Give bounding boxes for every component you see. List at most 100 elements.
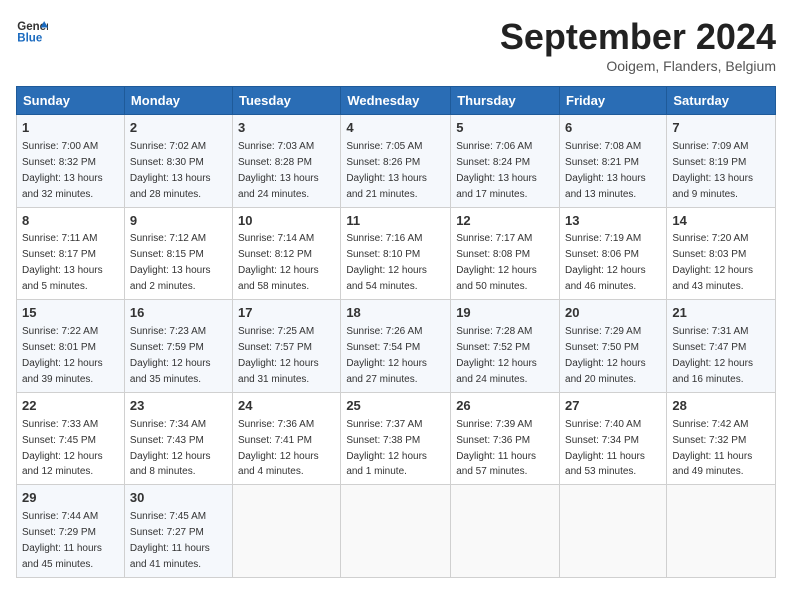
- day-detail: Sunrise: 7:00 AMSunset: 8:32 PMDaylight:…: [22, 141, 103, 200]
- day-number: 21: [672, 304, 770, 323]
- calendar-cell: 23 Sunrise: 7:34 AMSunset: 7:43 PMDayligh…: [124, 392, 232, 485]
- day-detail: Sunrise: 7:22 AMSunset: 8:01 PMDaylight:…: [22, 326, 103, 385]
- day-detail: Sunrise: 7:09 AMSunset: 8:19 PMDaylight:…: [672, 141, 753, 200]
- day-number: 7: [672, 119, 770, 138]
- day-detail: Sunrise: 7:06 AMSunset: 8:24 PMDaylight:…: [456, 141, 537, 200]
- month-title: September 2024: [500, 16, 776, 58]
- day-number: 25: [346, 397, 445, 416]
- day-number: 14: [672, 212, 770, 231]
- calendar-cell: 1Sunrise: 7:00 AMSunset: 8:32 PMDaylight…: [17, 115, 125, 208]
- calendar-cell: 20 Sunrise: 7:29 AMSunset: 7:50 PMDayligh…: [560, 300, 667, 393]
- week-row-1: 1Sunrise: 7:00 AMSunset: 8:32 PMDaylight…: [17, 115, 776, 208]
- day-number: 30: [130, 489, 227, 508]
- calendar-cell: 9 Sunrise: 7:12 AMSunset: 8:15 PMDaylight…: [124, 207, 232, 300]
- col-header-tuesday: Tuesday: [233, 87, 341, 115]
- calendar-cell: 16 Sunrise: 7:23 AMSunset: 7:59 PMDayligh…: [124, 300, 232, 393]
- day-detail: Sunrise: 7:23 AMSunset: 7:59 PMDaylight:…: [130, 326, 211, 385]
- day-detail: Sunrise: 7:08 AMSunset: 8:21 PMDaylight:…: [565, 141, 646, 200]
- day-number: 15: [22, 304, 119, 323]
- calendar-cell: 27 Sunrise: 7:40 AMSunset: 7:34 PMDayligh…: [560, 392, 667, 485]
- page-header: General Blue September 2024 Ooigem, Flan…: [16, 16, 776, 74]
- day-number: 6: [565, 119, 661, 138]
- calendar-cell: [667, 485, 776, 578]
- calendar-cell: 30 Sunrise: 7:45 AMSunset: 7:27 PMDayligh…: [124, 485, 232, 578]
- day-detail: Sunrise: 7:25 AMSunset: 7:57 PMDaylight:…: [238, 326, 319, 385]
- day-number: 13: [565, 212, 661, 231]
- calendar-cell: 24 Sunrise: 7:36 AMSunset: 7:41 PMDayligh…: [233, 392, 341, 485]
- day-detail: Sunrise: 7:45 AMSunset: 7:27 PMDaylight:…: [130, 511, 210, 570]
- day-number: 16: [130, 304, 227, 323]
- day-detail: Sunrise: 7:05 AMSunset: 8:26 PMDaylight:…: [346, 141, 427, 200]
- day-detail: Sunrise: 7:34 AMSunset: 7:43 PMDaylight:…: [130, 419, 211, 478]
- calendar-cell: 18 Sunrise: 7:26 AMSunset: 7:54 PMDayligh…: [341, 300, 451, 393]
- calendar-cell: 13 Sunrise: 7:19 AMSunset: 8:06 PMDayligh…: [560, 207, 667, 300]
- calendar-cell: 29 Sunrise: 7:44 AMSunset: 7:29 PMDayligh…: [17, 485, 125, 578]
- calendar-cell: 14 Sunrise: 7:20 AMSunset: 8:03 PMDayligh…: [667, 207, 776, 300]
- calendar-cell: 8 Sunrise: 7:11 AMSunset: 8:17 PMDaylight…: [17, 207, 125, 300]
- svg-text:Blue: Blue: [17, 33, 43, 45]
- day-detail: Sunrise: 7:29 AMSunset: 7:50 PMDaylight:…: [565, 326, 646, 385]
- day-detail: Sunrise: 7:12 AMSunset: 8:15 PMDaylight:…: [130, 233, 211, 292]
- day-detail: Sunrise: 7:36 AMSunset: 7:41 PMDaylight:…: [238, 419, 319, 478]
- day-number: 4: [346, 119, 445, 138]
- day-detail: Sunrise: 7:40 AMSunset: 7:34 PMDaylight:…: [565, 419, 645, 478]
- day-number: 8: [22, 212, 119, 231]
- day-detail: Sunrise: 7:11 AMSunset: 8:17 PMDaylight:…: [22, 233, 103, 292]
- calendar-cell: [451, 485, 560, 578]
- logo: General Blue: [16, 16, 48, 48]
- column-headers-row: SundayMondayTuesdayWednesdayThursdayFrid…: [17, 87, 776, 115]
- calendar-cell: 6 Sunrise: 7:08 AMSunset: 8:21 PMDaylight…: [560, 115, 667, 208]
- calendar-cell: 22Sunrise: 7:33 AMSunset: 7:45 PMDayligh…: [17, 392, 125, 485]
- day-detail: Sunrise: 7:44 AMSunset: 7:29 PMDaylight:…: [22, 511, 102, 570]
- title-block: September 2024 Ooigem, Flanders, Belgium: [500, 16, 776, 74]
- day-number: 19: [456, 304, 554, 323]
- day-number: 29: [22, 489, 119, 508]
- day-number: 11: [346, 212, 445, 231]
- calendar-cell: 7 Sunrise: 7:09 AMSunset: 8:19 PMDaylight…: [667, 115, 776, 208]
- day-detail: Sunrise: 7:26 AMSunset: 7:54 PMDaylight:…: [346, 326, 427, 385]
- calendar-cell: 26Sunrise: 7:39 AMSunset: 7:36 PMDayligh…: [451, 392, 560, 485]
- calendar-body: 1Sunrise: 7:00 AMSunset: 8:32 PMDaylight…: [17, 115, 776, 578]
- day-number: 26: [456, 397, 554, 416]
- day-number: 22: [22, 397, 119, 416]
- day-number: 24: [238, 397, 335, 416]
- calendar-cell: 4 Sunrise: 7:05 AMSunset: 8:26 PMDaylight…: [341, 115, 451, 208]
- week-row-4: 22Sunrise: 7:33 AMSunset: 7:45 PMDayligh…: [17, 392, 776, 485]
- day-number: 3: [238, 119, 335, 138]
- week-row-5: 29 Sunrise: 7:44 AMSunset: 7:29 PMDayligh…: [17, 485, 776, 578]
- week-row-2: 8 Sunrise: 7:11 AMSunset: 8:17 PMDaylight…: [17, 207, 776, 300]
- day-detail: Sunrise: 7:31 AMSunset: 7:47 PMDaylight:…: [672, 326, 753, 385]
- day-number: 18: [346, 304, 445, 323]
- day-detail: Sunrise: 7:37 AMSunset: 7:38 PMDaylight:…: [346, 419, 427, 478]
- col-header-friday: Friday: [560, 87, 667, 115]
- day-detail: Sunrise: 7:20 AMSunset: 8:03 PMDaylight:…: [672, 233, 753, 292]
- day-detail: Sunrise: 7:16 AMSunset: 8:10 PMDaylight:…: [346, 233, 427, 292]
- calendar-cell: 25 Sunrise: 7:37 AMSunset: 7:38 PMDayligh…: [341, 392, 451, 485]
- calendar-cell: 17 Sunrise: 7:25 AMSunset: 7:57 PMDayligh…: [233, 300, 341, 393]
- day-detail: Sunrise: 7:17 AMSunset: 8:08 PMDaylight:…: [456, 233, 537, 292]
- calendar-cell: 3Sunrise: 7:03 AMSunset: 8:28 PMDaylight…: [233, 115, 341, 208]
- col-header-sunday: Sunday: [17, 87, 125, 115]
- day-number: 27: [565, 397, 661, 416]
- calendar-cell: 21 Sunrise: 7:31 AMSunset: 7:47 PMDayligh…: [667, 300, 776, 393]
- day-number: 12: [456, 212, 554, 231]
- day-detail: Sunrise: 7:28 AMSunset: 7:52 PMDaylight:…: [456, 326, 537, 385]
- day-detail: Sunrise: 7:02 AMSunset: 8:30 PMDaylight:…: [130, 141, 211, 200]
- location-subtitle: Ooigem, Flanders, Belgium: [500, 58, 776, 74]
- day-number: 20: [565, 304, 661, 323]
- calendar-cell: 19 Sunrise: 7:28 AMSunset: 7:52 PMDayligh…: [451, 300, 560, 393]
- day-number: 9: [130, 212, 227, 231]
- col-header-wednesday: Wednesday: [341, 87, 451, 115]
- day-number: 2: [130, 119, 227, 138]
- calendar-cell: 2 Sunrise: 7:02 AMSunset: 8:30 PMDaylight…: [124, 115, 232, 208]
- day-number: 17: [238, 304, 335, 323]
- day-number: 10: [238, 212, 335, 231]
- calendar-cell: [233, 485, 341, 578]
- calendar-table: SundayMondayTuesdayWednesdayThursdayFrid…: [16, 86, 776, 578]
- day-number: 23: [130, 397, 227, 416]
- day-detail: Sunrise: 7:42 AMSunset: 7:32 PMDaylight:…: [672, 419, 752, 478]
- day-detail: Sunrise: 7:19 AMSunset: 8:06 PMDaylight:…: [565, 233, 646, 292]
- logo-icon: General Blue: [16, 16, 48, 48]
- week-row-3: 15 Sunrise: 7:22 AMSunset: 8:01 PMDayligh…: [17, 300, 776, 393]
- col-header-thursday: Thursday: [451, 87, 560, 115]
